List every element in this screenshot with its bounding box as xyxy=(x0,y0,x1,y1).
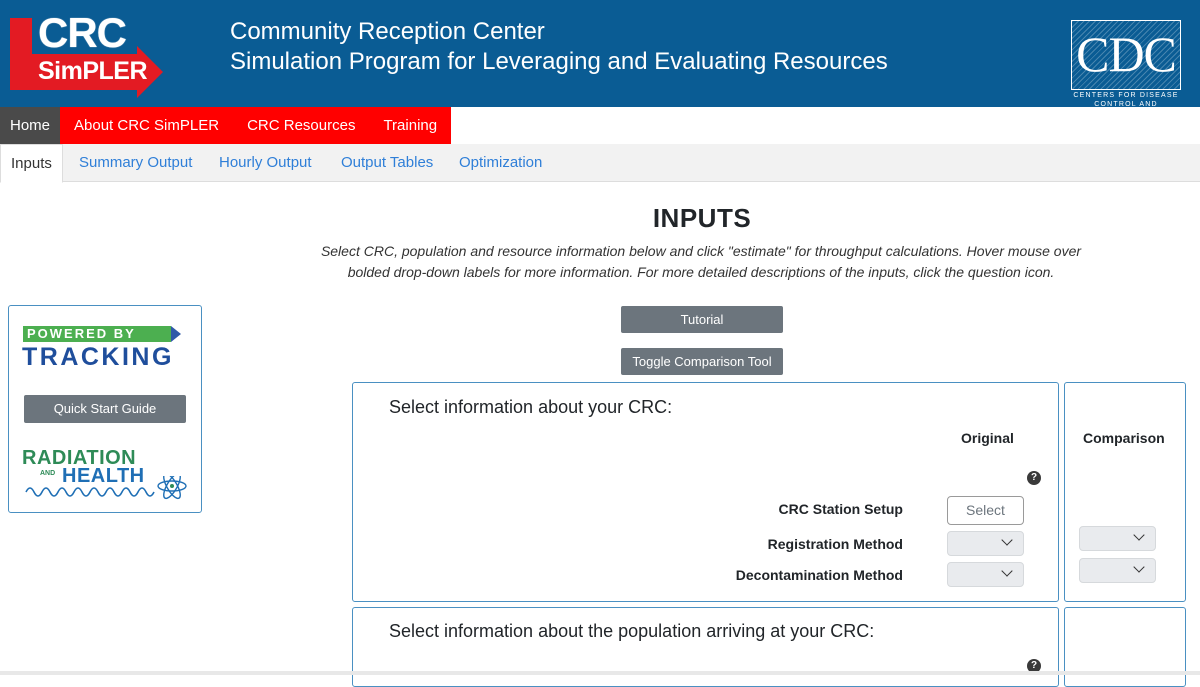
nav-home[interactable]: Home xyxy=(0,107,61,144)
crc-panel-title: Select information about your CRC: xyxy=(389,397,673,417)
tab-hourly-output[interactable]: Hourly Output xyxy=(219,144,312,182)
site-subtitle: Simulation Program for Leveraging and Ev… xyxy=(230,48,888,75)
cdc-logo[interactable]: CDC CENTERS FOR DISEASE CONTROL AND PREV… xyxy=(1071,20,1181,115)
sidebar-panel: POWERED BY TRACKING Quick Start Guide RA… xyxy=(8,305,202,513)
nav-training[interactable]: Training xyxy=(369,107,452,144)
page-title: INPUTS xyxy=(652,203,752,233)
crc-comparison-panel: Comparison xyxy=(1064,382,1186,602)
crc-info-panel: Select information about your CRC: Origi… xyxy=(352,382,1059,602)
tab-output-tables[interactable]: Output Tables xyxy=(341,144,433,182)
logo-simpler-text: SimPLER xyxy=(38,57,148,85)
decon-method-label: Decontamination Method xyxy=(735,567,903,583)
population-comparison-panel xyxy=(1064,607,1186,687)
quick-start-guide-button[interactable]: Quick Start Guide xyxy=(24,395,186,423)
tab-inputs[interactable]: Inputs xyxy=(0,144,63,183)
instructions: Select CRC, population and resource info… xyxy=(300,241,1102,283)
powered-by-label: POWERED BY xyxy=(23,326,171,342)
secondary-nav: Inputs Summary Output Hourly Output Outp… xyxy=(0,144,1200,183)
wave-atom-icon xyxy=(25,476,187,500)
crc-simpler-logo[interactable]: CRC SimPLER xyxy=(6,9,163,98)
tracking-logo[interactable]: TRACKING xyxy=(22,342,174,372)
chevron-down-icon xyxy=(1001,565,1013,577)
population-info-panel: Select information about the population … xyxy=(352,607,1059,687)
registration-method-dropdown[interactable] xyxy=(947,531,1024,556)
logo-crc-text: CRC xyxy=(38,9,127,56)
toggle-comparison-button[interactable]: Toggle Comparison Tool xyxy=(621,348,783,375)
radiation-and-health-logo[interactable]: RADIATION AND HEALTH xyxy=(22,446,192,504)
site-title: Community Reception Center xyxy=(230,18,545,45)
chevron-down-icon xyxy=(1001,534,1013,546)
instructions-line1: Select CRC, population and resource info… xyxy=(320,243,1082,259)
primary-nav: Home About CRC SimPLER CRC Resources Tra… xyxy=(0,107,452,144)
site-header: CRC SimPLER Community Reception Center S… xyxy=(0,0,1200,115)
tutorial-button[interactable]: Tutorial xyxy=(621,306,783,333)
tab-summary-output[interactable]: Summary Output xyxy=(79,144,192,182)
chevron-down-icon xyxy=(1133,529,1145,541)
original-column-header: Original xyxy=(961,430,1014,446)
nav-about[interactable]: About CRC SimPLER xyxy=(60,107,234,144)
tab-optimization[interactable]: Optimization xyxy=(459,144,542,182)
instructions-line2: bolded drop-down labels for more informa… xyxy=(347,264,1055,280)
station-setup-label: CRC Station Setup xyxy=(778,501,903,517)
bottom-border xyxy=(0,671,1200,675)
decon-method-dropdown[interactable] xyxy=(947,562,1024,587)
comparison-registration-dropdown[interactable] xyxy=(1079,526,1156,551)
comparison-column-header: Comparison xyxy=(1083,430,1165,446)
station-setup-select-button[interactable]: Select xyxy=(947,496,1024,525)
nav-crc-resources[interactable]: CRC Resources xyxy=(233,107,370,144)
cdc-logo-sub1: CENTERS FOR DISEASE xyxy=(1073,92,1179,99)
chevron-down-icon xyxy=(1133,561,1145,573)
comparison-decon-dropdown[interactable] xyxy=(1079,558,1156,583)
cdc-logo-letters: CDC xyxy=(1076,26,1177,82)
population-panel-title: Select information about the population … xyxy=(389,621,875,641)
question-icon[interactable]: ? xyxy=(1027,471,1041,485)
powered-by-arrow-icon xyxy=(171,326,181,342)
cdc-logo-sub2: CONTROL AND PREVENTION xyxy=(1094,101,1158,115)
registration-method-label: Registration Method xyxy=(767,536,903,552)
